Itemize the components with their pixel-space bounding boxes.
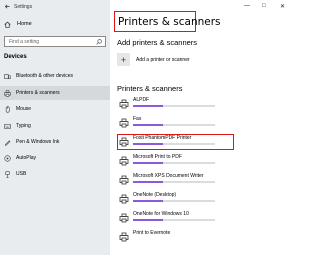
- sidebar: Settings Home Find a setting Devices Blu…: [0, 0, 110, 255]
- printer-item[interactable]: OneNote for Windows 10: [119, 211, 231, 227]
- printer-status-fill: [133, 200, 163, 202]
- printer-name: Microsoft Print to PDF: [133, 154, 182, 160]
- sidebar-item-pen[interactable]: Pen & Windows Ink: [0, 135, 110, 149]
- search-icon: [96, 39, 102, 45]
- printer-icon: [119, 232, 129, 242]
- close-button[interactable]: ✕: [280, 3, 285, 10]
- printer-status-bar: [133, 105, 215, 107]
- printer-name: OneNote (Desktop): [133, 192, 177, 198]
- printer-status-bar: [133, 162, 215, 164]
- sidebar-item-mouse[interactable]: Mouse: [0, 102, 110, 116]
- printer-item[interactable]: Print to Evernote: [119, 230, 231, 246]
- printer-status-fill: [133, 124, 163, 126]
- maximize-button[interactable]: □: [262, 3, 266, 9]
- autoplay-icon: [4, 154, 11, 162]
- sidebar-item-autoplay[interactable]: AutoPlay: [0, 151, 110, 165]
- back-arrow-icon[interactable]: [4, 3, 11, 10]
- add-printer-label: Add a printer or scanner: [136, 56, 190, 63]
- printer-name: Microsoft XPS Document Writer: [133, 173, 204, 179]
- keyboard-icon: [4, 123, 11, 129]
- sidebar-item-label: Bluetooth & other devices: [16, 73, 73, 79]
- printer-name: ALPDF: [133, 97, 150, 103]
- sidebar-item-bluetooth[interactable]: Bluetooth & other devices: [0, 69, 110, 83]
- printer-icon: [119, 175, 129, 185]
- search-input[interactable]: Find a setting: [4, 36, 106, 47]
- sidebar-section-header: Devices: [4, 54, 27, 60]
- printer-status-bar: [133, 124, 215, 126]
- printer-name: Fax: [133, 116, 142, 122]
- sidebar-item-label: USB: [16, 171, 27, 177]
- mouse-icon: [5, 105, 10, 113]
- printer-icon: [119, 99, 129, 109]
- bluetooth-icon: [4, 73, 11, 79]
- highlight-box: [117, 134, 234, 150]
- printer-icon: [119, 194, 129, 204]
- printer-icon: [119, 156, 129, 166]
- printer-status-fill: [133, 181, 163, 183]
- sidebar-item-label: Pen & Windows Ink: [16, 139, 60, 145]
- add-section-title: Add printers & scanners: [117, 38, 198, 47]
- printer-icon: [4, 89, 11, 97]
- home-icon: [4, 21, 11, 28]
- window-title: Settings: [14, 4, 33, 10]
- page-title-box: Printers & scanners: [114, 11, 221, 32]
- sidebar-item-label: Typing: [16, 123, 31, 129]
- printer-item[interactable]: Microsoft Print to PDF: [119, 154, 231, 170]
- usb-icon: [5, 170, 10, 178]
- printer-name: OneNote for Windows 10: [133, 211, 189, 217]
- printer-icon: [119, 118, 129, 128]
- sidebar-home[interactable]: Home: [4, 19, 32, 29]
- page-title: Printers & scanners: [118, 15, 221, 28]
- printer-status-fill: [133, 105, 163, 107]
- printer-name: Print to Evernote: [133, 230, 171, 236]
- printer-icon: [119, 213, 129, 223]
- search-placeholder: Find a setting: [9, 39, 40, 45]
- sidebar-item-typing[interactable]: Typing: [0, 119, 110, 133]
- sidebar-item-usb[interactable]: USB: [0, 167, 110, 181]
- sidebar-item-label: Mouse: [16, 106, 32, 112]
- printer-status-bar: [133, 219, 215, 221]
- printer-item[interactable]: OneNote (Desktop): [119, 192, 231, 208]
- add-printer-button[interactable]: + Add a printer or scanner: [117, 53, 190, 66]
- printer-item[interactable]: Microsoft XPS Document Writer: [119, 173, 231, 189]
- printer-item[interactable]: ALPDF: [119, 97, 231, 113]
- pen-icon: [5, 139, 11, 146]
- plus-icon: +: [117, 53, 130, 66]
- home-label: Home: [17, 21, 32, 27]
- printer-status-fill: [133, 219, 163, 221]
- sidebar-item-label: Printers & scanners: [16, 90, 60, 96]
- sidebar-item-printers[interactable]: Printers & scanners: [0, 86, 110, 100]
- printer-status-fill: [133, 162, 163, 164]
- printer-item[interactable]: Fax: [119, 116, 231, 132]
- printer-status-bar: [133, 200, 215, 202]
- printer-status-bar: [133, 181, 215, 183]
- list-section-title: Printers & scanners: [117, 84, 183, 93]
- minimize-button[interactable]: —: [244, 3, 250, 9]
- sidebar-item-label: AutoPlay: [16, 155, 37, 161]
